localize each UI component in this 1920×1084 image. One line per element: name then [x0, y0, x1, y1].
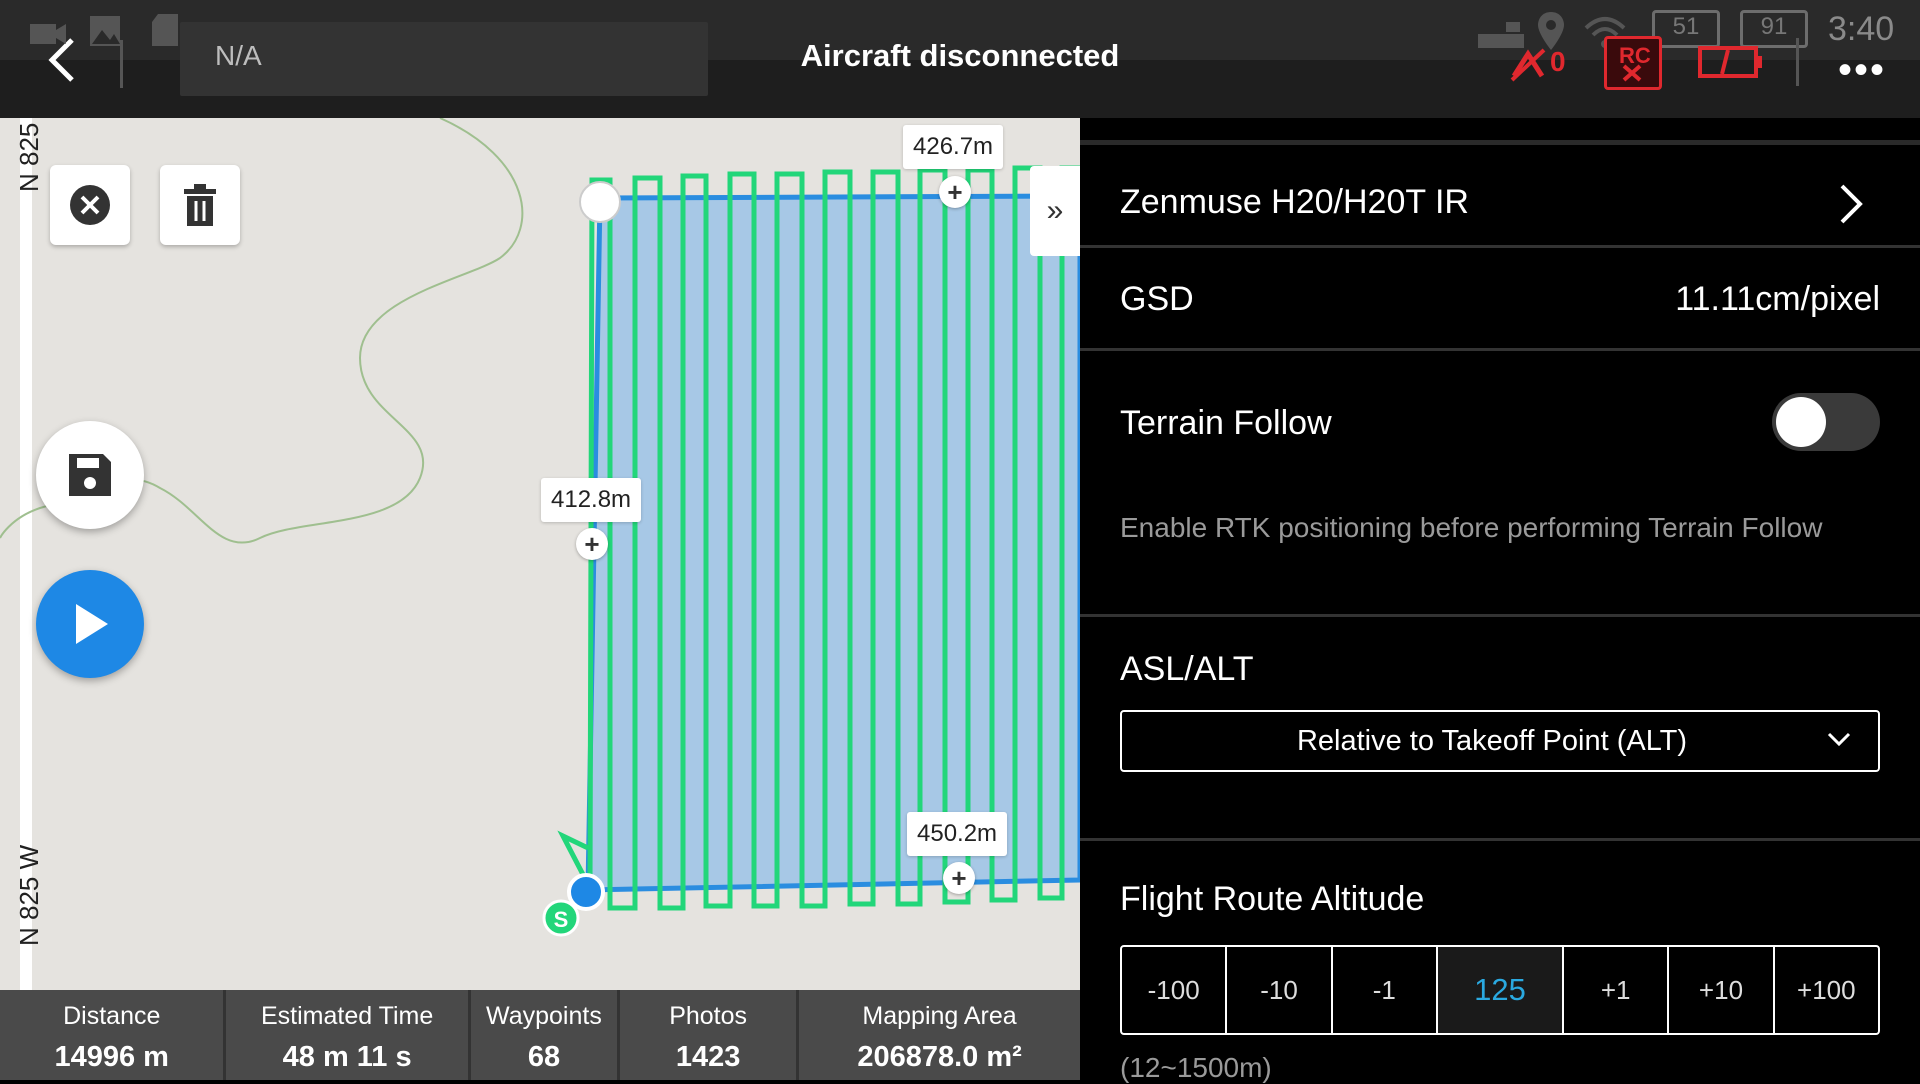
terrain-follow-toggle[interactable]: [1772, 393, 1880, 451]
expand-panel-button[interactable]: »: [1030, 166, 1080, 256]
distance-label-top: 426.7m: [903, 125, 1004, 169]
add-vertex-bottom[interactable]: +: [943, 862, 975, 894]
stat-label: Waypoints: [486, 1002, 602, 1030]
altitude-plus-1[interactable]: +1: [1564, 947, 1670, 1033]
divider: [1080, 140, 1920, 145]
altitude-value-input[interactable]: 125: [1437, 947, 1564, 1033]
stat-value: 48 m 11 s: [282, 1041, 412, 1073]
gsd-value: 11.11cm/pixel: [1675, 280, 1880, 318]
gps-count: 0: [1550, 46, 1566, 77]
settings-panel: [1080, 118, 1920, 1080]
stat-label: Distance: [63, 1002, 161, 1030]
add-vertex-left[interactable]: +: [576, 528, 608, 560]
stat-label: Photos: [669, 1002, 748, 1030]
stat-value: 68: [527, 1041, 561, 1073]
mission-stats-bar: Distance 14996 m Estimated Time 48 m 11 …: [0, 990, 1080, 1080]
more-options-button[interactable]: •••: [1838, 48, 1886, 93]
divider: [1080, 614, 1920, 617]
add-vertex-top[interactable]: +: [939, 176, 971, 208]
sd-card-icon: [152, 14, 178, 46]
divider: [1796, 38, 1799, 86]
stat-estimated-time: Estimated Time 48 m 11 s: [226, 990, 471, 1080]
start-marker-label: S: [554, 907, 569, 932]
divider: [1080, 838, 1920, 841]
delete-button[interactable]: [160, 165, 240, 245]
camera-selector[interactable]: Zenmuse H20/H20T IR: [1080, 148, 1920, 244]
asl-alt-select[interactable]: Relative to Takeoff Point (ALT): [1120, 710, 1880, 772]
stat-value: 14996 m: [54, 1041, 169, 1073]
close-icon: [1622, 64, 1642, 82]
gallery-icon: [90, 16, 120, 46]
start-mission-button[interactable]: [36, 570, 144, 678]
distance-label-bottom: 450.2m: [907, 812, 1008, 856]
stat-label: Estimated Time: [260, 1002, 434, 1030]
altitude-minus-1[interactable]: -1: [1333, 947, 1438, 1033]
save-icon: [69, 454, 111, 496]
gsd-label: GSD: [1120, 280, 1194, 318]
top-bar: N/A Aircraft disconnected 51 91 3:40 0 R…: [0, 0, 1920, 118]
close-circle-icon: [70, 185, 110, 225]
play-icon: [76, 604, 108, 644]
divider: [1080, 348, 1920, 351]
chevron-right-icon: [1840, 184, 1863, 224]
stat-mapping-area: Mapping Area 206878.0 m²: [799, 990, 1080, 1080]
asl-alt-label: ASL/ALT: [1120, 650, 1254, 688]
clock: 3:40: [1828, 10, 1895, 48]
stat-waypoints: Waypoints 68: [471, 990, 621, 1080]
map-canvas[interactable]: S: [0, 118, 1080, 990]
close-button[interactable]: [50, 165, 130, 245]
road-label-top: N 825 W: [14, 118, 44, 192]
stat-distance: Distance 14996 m: [0, 990, 227, 1080]
boundary-vertex-selected[interactable]: [567, 873, 605, 911]
boundary-vertex[interactable]: [579, 181, 621, 223]
terrain-follow-note: Enable RTK positioning before performing…: [1120, 512, 1823, 543]
terrain-follow-label: Terrain Follow: [1120, 404, 1332, 442]
flight-altitude-label: Flight Route Altitude: [1120, 880, 1425, 918]
trash-icon: [184, 184, 216, 226]
stat-photos: Photos 1423: [620, 990, 800, 1080]
asl-alt-selected: Relative to Takeoff Point (ALT): [1296, 725, 1688, 757]
road-label-bottom: N 825 W: [14, 844, 44, 946]
distance-label-left: 412.8m: [541, 478, 642, 522]
camera-icon: [30, 24, 66, 44]
stat-value: 206878.0 m²: [857, 1041, 1022, 1073]
divider: [1080, 245, 1920, 248]
save-button[interactable]: [36, 421, 144, 529]
toggle-knob: [1776, 397, 1826, 447]
signal-badge-1: 51: [1652, 10, 1720, 48]
altitude-plus-10[interactable]: +10: [1669, 947, 1775, 1033]
altitude-plus-100[interactable]: +100: [1775, 947, 1878, 1033]
rc-status-icon: RC: [1604, 36, 1662, 90]
battery-alert-icon: [1698, 46, 1762, 78]
camera-name: Zenmuse H20/H20T IR: [1120, 183, 1469, 221]
stat-value: 1423: [675, 1041, 741, 1073]
gps-signal-icon: [1510, 48, 1546, 82]
altitude-minus-10[interactable]: -10: [1227, 947, 1333, 1033]
stat-label: Mapping Area: [862, 1002, 1017, 1030]
map-view[interactable]: S N 825 W N 825 W 426.7m + 412.8m + 450.…: [0, 118, 1080, 990]
altitude-range: (12~1500m): [1120, 1052, 1272, 1083]
chevron-down-icon: [1827, 732, 1851, 747]
altitude-stepper: -100 -10 -1 125 +1 +10 +100: [1120, 945, 1880, 1035]
altitude-minus-100[interactable]: -100: [1122, 947, 1228, 1033]
